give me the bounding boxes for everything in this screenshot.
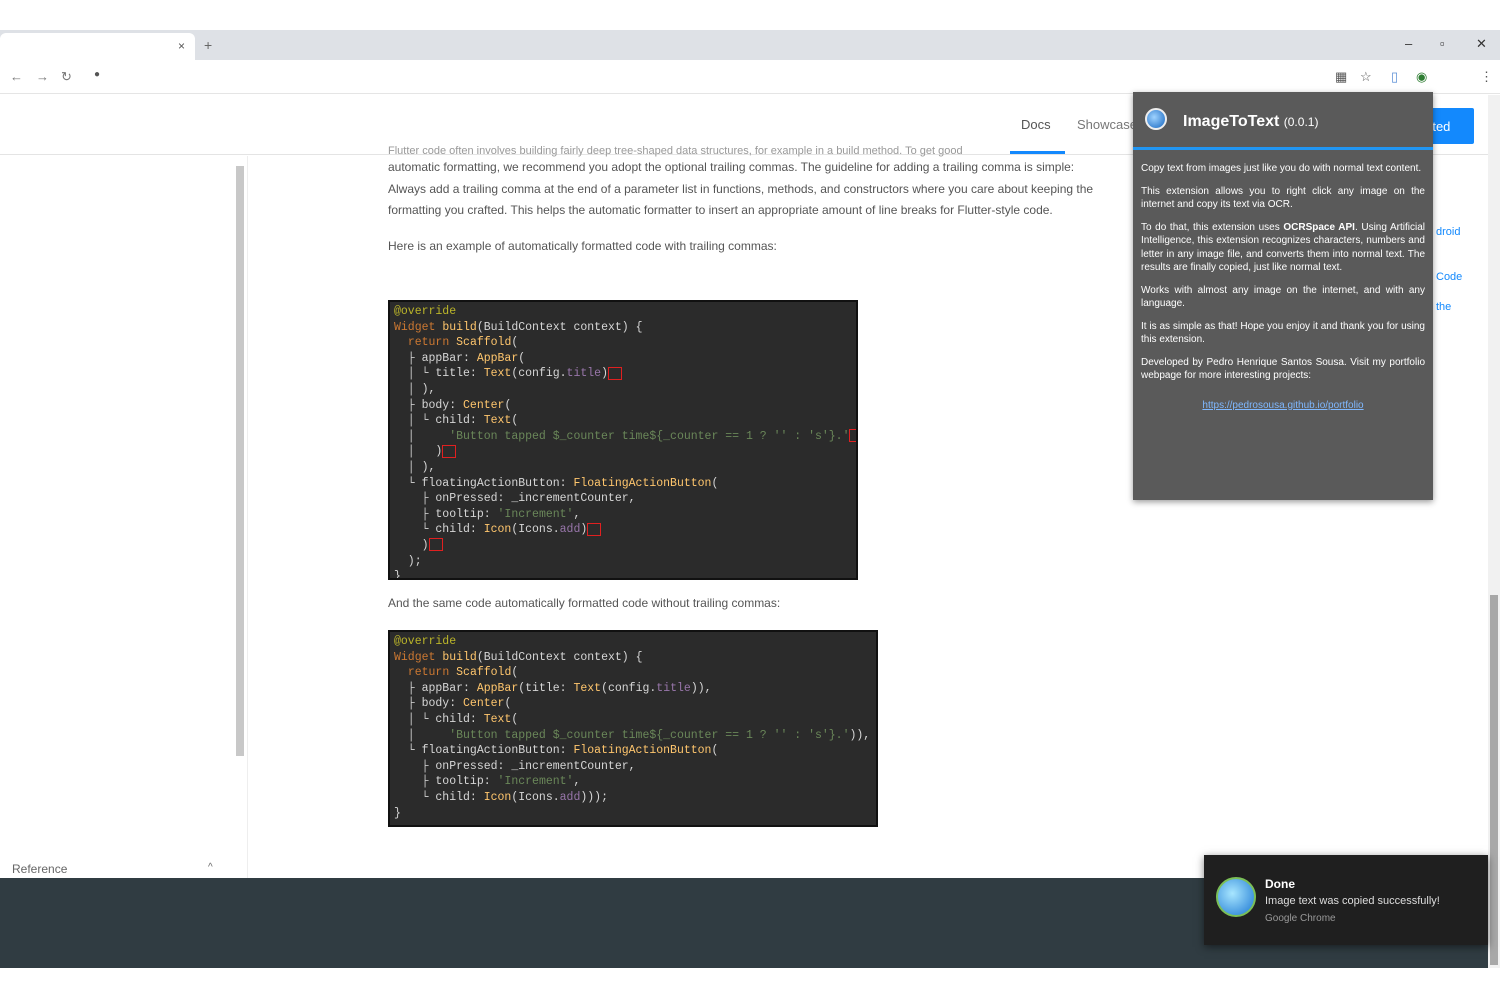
minimize-icon[interactable]: – — [1405, 36, 1412, 51]
new-tab-icon[interactable]: + — [204, 37, 212, 53]
popup-paragraph: Developed by Pedro Henrique Santos Sousa… — [1141, 356, 1425, 382]
translate-icon[interactable]: ▦ — [1335, 69, 1347, 85]
side-link[interactable]: Code — [1436, 271, 1462, 283]
comma-marker — [607, 366, 622, 380]
imagetotext-popup: ImageToText (0.0.1) Copy text from image… — [1133, 92, 1433, 500]
sidebar-scrollbar[interactable] — [236, 166, 244, 756]
imagetotext-logo-icon — [1216, 877, 1256, 917]
imagetotext-extension-icon[interactable]: ◉ — [1416, 69, 1427, 85]
browser-toolbar: ← → ↻ ● ▦ ☆ ▯ ◉ ⋮ — [0, 60, 1500, 94]
popup-paragraph: It is as simple as that! Hope you enjoy … — [1141, 320, 1425, 346]
code-image-without-trailing-commas[interactable]: @override Widget build(BuildContext cont… — [388, 630, 878, 827]
toast-message: Image text was copied successfully! — [1265, 895, 1440, 907]
popup-title: ImageToText (0.0.1) — [1183, 113, 1318, 131]
side-link[interactable]: the — [1436, 301, 1451, 313]
paragraph-trailing-commas: automatic formatting, we recommend you a… — [388, 160, 1094, 217]
address-bar[interactable]: ● — [86, 66, 1386, 88]
popup-paragraph: Works with almost any image on the inter… — [1141, 284, 1425, 310]
popup-paragraph: To do that, this extension uses OCRSpace… — [1141, 221, 1426, 274]
paragraph-example-intro: Here is an example of automatically form… — [388, 238, 777, 253]
forward-icon[interactable]: → — [36, 69, 49, 84]
menu-icon[interactable]: ⋮ — [1480, 69, 1493, 85]
sidebar-item-reference[interactable]: Reference — [12, 862, 67, 876]
back-icon[interactable]: ← — [10, 69, 23, 84]
paragraph-without-commas: And the same code automatically formatte… — [388, 596, 781, 610]
nav-docs[interactable]: Docs — [1021, 117, 1051, 132]
page-scrollbar-thumb[interactable] — [1490, 595, 1498, 965]
popup-paragraph: Copy text from images just like you do w… — [1141, 163, 1422, 174]
popup-version: (0.0.1) — [1283, 115, 1319, 129]
browser-tab-strip: × + – ▫ ✕ — [0, 30, 1500, 60]
code-image-with-trailing-commas[interactable]: @override Widget build(BuildContext cont… — [388, 300, 858, 580]
browser-tab[interactable]: × — [0, 33, 195, 60]
reload-icon[interactable]: ↻ — [61, 69, 72, 85]
comma-marker — [849, 429, 856, 443]
toast-source: Google Chrome — [1265, 913, 1336, 924]
lock-icon[interactable]: ● — [94, 69, 100, 80]
maximize-icon[interactable]: ▫ — [1440, 36, 1445, 51]
comma-marker — [442, 444, 457, 458]
popup-header: ImageToText (0.0.1) — [1133, 92, 1433, 150]
portfolio-link[interactable]: https://pedrosousa.github.io/portfolio — [1141, 399, 1425, 413]
paragraph-cut: Flutter code often involves building fai… — [388, 145, 963, 157]
popup-title-text: ImageToText — [1183, 113, 1280, 130]
docs-sidebar: Reference ^ — [0, 156, 248, 878]
comma-marker — [587, 522, 602, 536]
imagetotext-logo-icon — [1145, 108, 1167, 130]
tab-close-icon[interactable]: × — [178, 39, 185, 53]
nav-showcase[interactable]: Showcase — [1077, 117, 1137, 132]
popup-paragraph: This extension allows you to right click… — [1141, 185, 1425, 211]
main-content: Flutter code often involves building fai… — [388, 145, 1108, 257]
side-link[interactable]: droid — [1436, 226, 1460, 238]
popup-body: Copy text from images just like you do w… — [1133, 150, 1433, 412]
chevron-up-icon[interactable]: ^ — [208, 862, 213, 873]
notification-toast[interactable]: Done Image text was copied successfully!… — [1204, 855, 1488, 945]
document-extension-icon[interactable]: ▯ — [1391, 69, 1398, 85]
bookmark-star-icon[interactable]: ☆ — [1360, 69, 1372, 85]
toast-title: Done — [1265, 877, 1295, 891]
close-window-icon[interactable]: ✕ — [1476, 36, 1487, 52]
page-scrollbar[interactable] — [1488, 95, 1500, 968]
comma-marker — [428, 538, 443, 552]
